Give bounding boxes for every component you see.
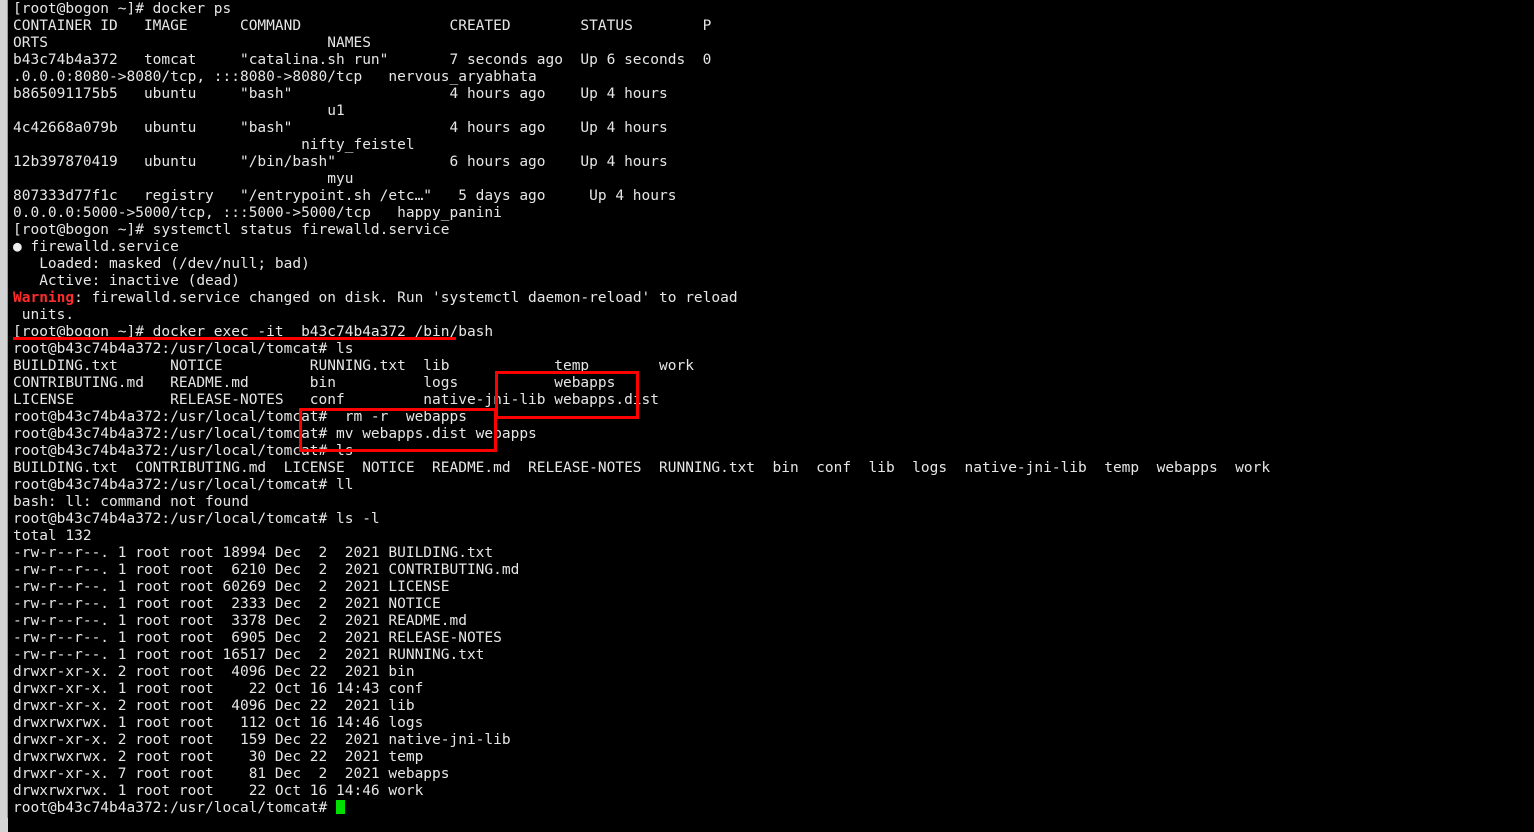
terminal-line: nifty_feistel — [13, 137, 415, 153]
terminal-line: [root@bogon ~]# docker exec -it b43c74b4… — [13, 324, 494, 340]
terminal-line: bash: ll: command not found — [13, 494, 249, 510]
window-bottom-strip — [0, 818, 1534, 832]
terminal-line: root@b43c74b4a372:/usr/local/tomcat# ls … — [13, 511, 380, 527]
terminal-line: CONTRIBUTING.md README.md bin logs webap… — [13, 375, 616, 391]
terminal-line: root@b43c74b4a372:/usr/local/tomcat# rm … — [13, 409, 467, 425]
terminal-line: b43c74b4a372 tomcat "catalina.sh run" 7 … — [13, 52, 712, 68]
terminal-line: -rw-r--r--. 1 root root 6905 Dec 2 2021 … — [13, 630, 502, 646]
terminal-line: myu — [13, 171, 354, 187]
terminal-line: total 132 — [13, 528, 92, 544]
terminal-line: drwxr-xr-x. 2 root root 159 Dec 22 2021 … — [13, 732, 511, 748]
terminal-line: b865091175b5 ubuntu "bash" 4 hours ago U… — [13, 86, 668, 102]
terminal-line: drwxr-xr-x. 1 root root 22 Oct 16 14:43 … — [13, 681, 424, 697]
terminal-line: root@b43c74b4a372:/usr/local/tomcat# — [13, 800, 1270, 817]
terminal-line: -rw-r--r--. 1 root root 6210 Dec 2 2021 … — [13, 562, 520, 578]
terminal-line: drwxrwxrwx. 1 root root 112 Oct 16 14:46… — [13, 715, 424, 731]
terminal-line: drwxr-xr-x. 7 root root 81 Dec 2 2021 we… — [13, 766, 450, 782]
terminal-line: root@b43c74b4a372:/usr/local/tomcat# ll — [13, 477, 354, 493]
window-bottom-left-corner — [0, 818, 8, 832]
terminal-line: Active: inactive (dead) — [13, 273, 240, 289]
terminal-line: root@b43c74b4a372:/usr/local/tomcat# ls — [13, 341, 354, 357]
terminal-line: 807333d77f1c registry "/entrypoint.sh /e… — [13, 188, 677, 204]
terminal-line: [root@bogon ~]# docker ps — [13, 1, 232, 17]
terminal-window: [root@bogon ~]# docker ps CONTAINER ID IM… — [0, 0, 1534, 832]
terminal-viewport[interactable]: [root@bogon ~]# docker ps CONTAINER ID IM… — [8, 0, 1534, 818]
terminal-line: drwxr-xr-x. 2 root root 4096 Dec 22 2021… — [13, 698, 415, 714]
terminal-line: BUILDING.txt CONTRIBUTING.md LICENSE NOT… — [13, 460, 1271, 476]
terminal-line: -rw-r--r--. 1 root root 2333 Dec 2 2021 … — [13, 596, 441, 612]
terminal-line: LICENSE RELEASE-NOTES conf native-jni-li… — [13, 392, 660, 408]
terminal-line: Loaded: masked (/dev/null; bad) — [13, 256, 310, 272]
window-left-gutter — [0, 0, 8, 832]
terminal-line: .0.0.0:8080->8080/tcp, :::8080->8080/tcp… — [13, 69, 537, 85]
terminal-line: ● firewalld.service — [13, 239, 179, 255]
terminal-line: ORTS NAMES — [13, 35, 371, 51]
terminal-line: root@b43c74b4a372:/usr/local/tomcat# mv … — [13, 426, 537, 442]
terminal-line: drwxrwxrwx. 2 root root 30 Dec 22 2021 t… — [13, 749, 424, 765]
terminal-cursor — [336, 800, 346, 814]
terminal-line: -rw-r--r--. 1 root root 18994 Dec 2 2021… — [13, 545, 494, 561]
service-status-bullet-icon: ● — [13, 239, 22, 255]
terminal-line: u1 — [13, 103, 345, 119]
terminal-line: -rw-r--r--. 1 root root 3378 Dec 2 2021 … — [13, 613, 467, 629]
terminal-line: units. — [13, 307, 75, 323]
terminal-line: root@b43c74b4a372:/usr/local/tomcat# ls — [13, 443, 354, 459]
terminal-line: 0.0.0.0:5000->5000/tcp, :::5000->5000/tc… — [13, 205, 502, 221]
terminal-line: CONTAINER ID IMAGE COMMAND CREATED STATU… — [13, 18, 712, 34]
warning-label: Warning — [13, 290, 75, 306]
terminal-line: [root@bogon ~]# systemctl status firewal… — [13, 222, 450, 238]
terminal-line: 4c42668a079b ubuntu "bash" 4 hours ago U… — [13, 120, 668, 136]
terminal-line: 12b397870419 ubuntu "/bin/bash" 6 hours … — [13, 154, 668, 170]
terminal-line: drwxrwxrwx. 1 root root 22 Oct 16 14:46 … — [13, 783, 424, 799]
terminal-line: BUILDING.txt NOTICE RUNNING.txt lib temp… — [13, 358, 694, 374]
terminal-output: [root@bogon ~]# docker ps CONTAINER ID IM… — [13, 1, 1270, 817]
terminal-line: Warning: firewalld.service changed on di… — [13, 290, 738, 306]
terminal-line: drwxr-xr-x. 2 root root 4096 Dec 22 2021… — [13, 664, 415, 680]
terminal-line: -rw-r--r--. 1 root root 60269 Dec 2 2021… — [13, 579, 450, 595]
terminal-line: -rw-r--r--. 1 root root 16517 Dec 2 2021… — [13, 647, 485, 663]
